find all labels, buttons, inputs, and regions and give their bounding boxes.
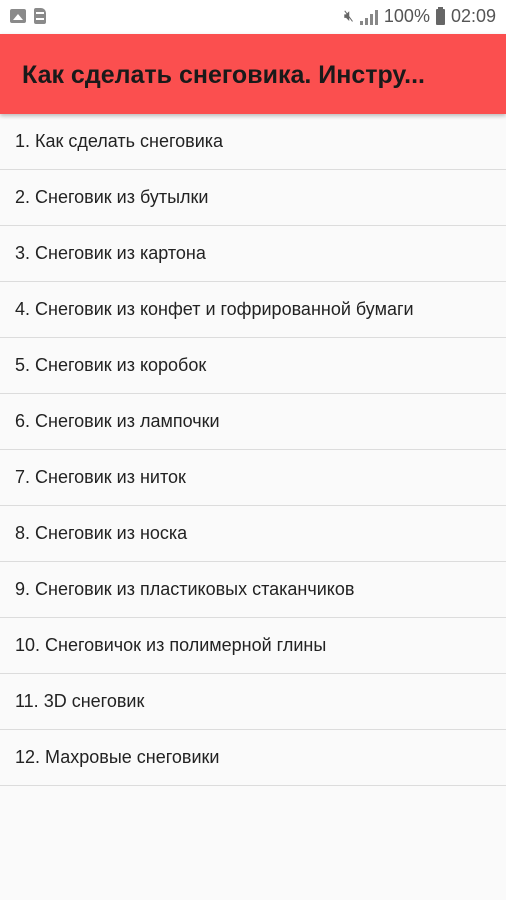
list-item[interactable]: 9. Снеговик из пластиковых стаканчиков <box>0 562 506 618</box>
sd-card-icon <box>34 8 46 24</box>
list-item[interactable]: 8. Снеговик из носка <box>0 506 506 562</box>
list-item[interactable]: 11. 3D снеговик <box>0 674 506 730</box>
app-bar: Как сделать снеговика. Инстру... <box>0 34 506 114</box>
list-item[interactable]: 2. Снеговик из бутылки <box>0 170 506 226</box>
image-icon <box>10 9 26 23</box>
chapter-list: 1. Как сделать снеговика 2. Снеговик из … <box>0 114 506 786</box>
list-item[interactable]: 5. Снеговик из коробок <box>0 338 506 394</box>
list-item[interactable]: 1. Как сделать снеговика <box>0 114 506 170</box>
signal-icon <box>359 9 378 25</box>
mute-icon: 🔇︎ <box>343 7 354 25</box>
list-item[interactable]: 7. Снеговик из ниток <box>0 450 506 506</box>
page-title: Как сделать снеговика. Инстру... <box>22 61 425 89</box>
list-item[interactable]: 3. Снеговик из картона <box>0 226 506 282</box>
status-bar-left-icons <box>10 8 46 25</box>
battery-percent: 100% <box>383 6 430 26</box>
list-item[interactable]: 10. Снеговичок из полимерной глины <box>0 618 506 674</box>
list-item[interactable]: 12. Махровые снеговики <box>0 730 506 786</box>
status-bar: 🔇︎ 100% 02:09 <box>0 0 506 34</box>
list-item[interactable]: 4. Снеговик из конфет и гофрированной бу… <box>0 282 506 338</box>
status-bar-right: 🔇︎ 100% 02:09 <box>344 6 496 27</box>
list-item[interactable]: 6. Снеговик из лампочки <box>0 394 506 450</box>
battery-icon <box>435 6 445 25</box>
clock: 02:09 <box>450 6 496 26</box>
